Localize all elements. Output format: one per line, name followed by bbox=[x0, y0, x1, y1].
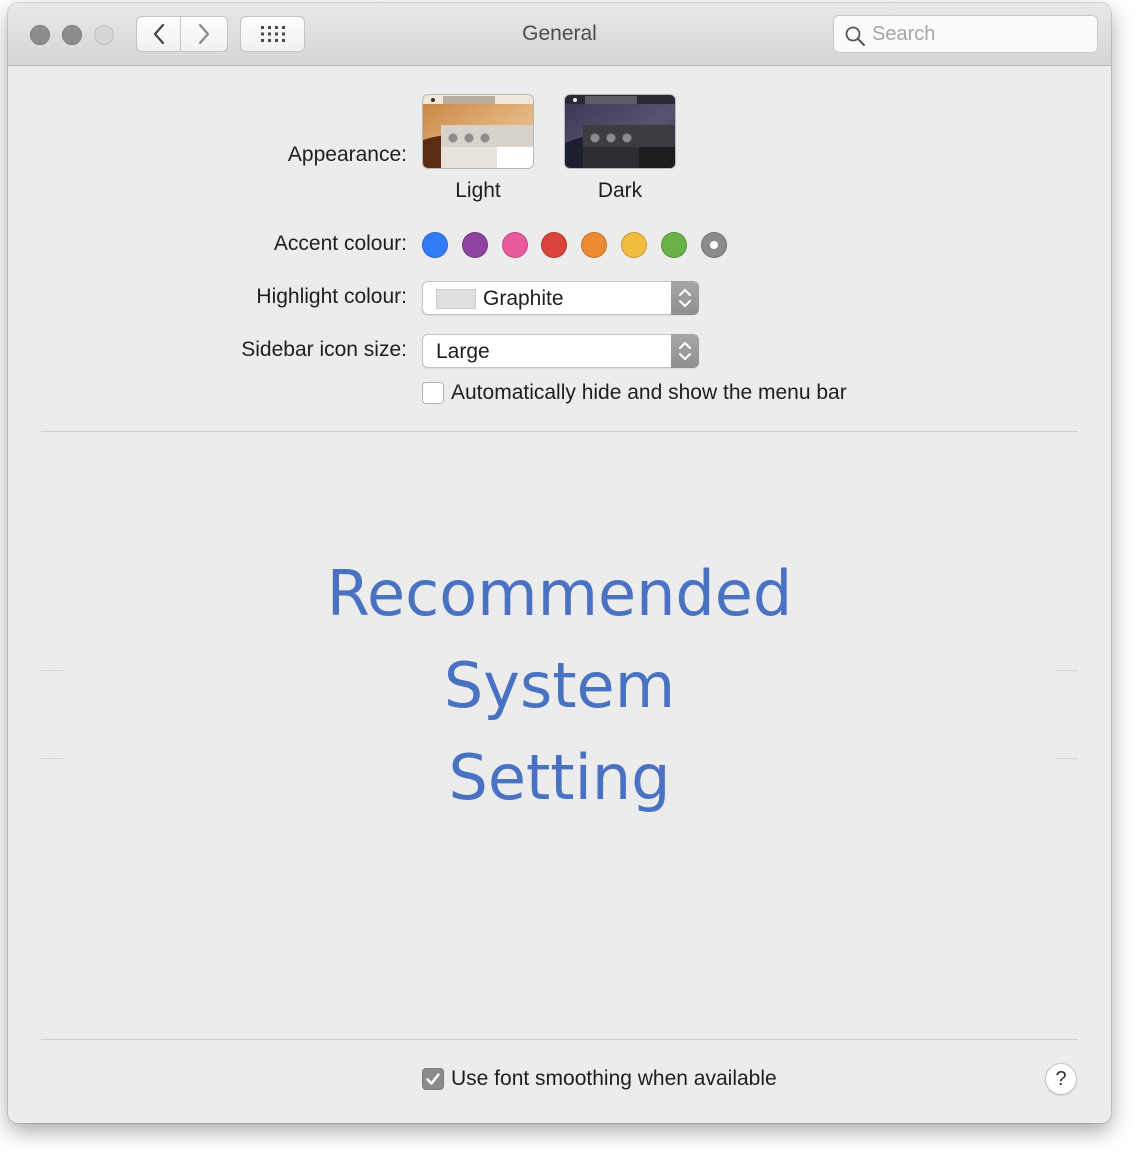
search-input[interactable] bbox=[872, 16, 1092, 52]
appearance-light-label: Light bbox=[455, 179, 501, 202]
title-bar: General bbox=[8, 3, 1111, 66]
overlay-line: Recommended bbox=[326, 557, 793, 630]
overlay-line: System bbox=[443, 649, 676, 722]
accent-swatch-blue[interactable] bbox=[422, 232, 448, 258]
popup-stepper bbox=[671, 334, 699, 368]
search-icon bbox=[845, 26, 865, 46]
highlight-colour-value: Graphite bbox=[483, 287, 564, 310]
overlay-line: Setting bbox=[448, 741, 671, 814]
font-smoothing-label[interactable]: Use font smoothing when available bbox=[451, 1067, 777, 1091]
recommended-setting-overlay: Recommended System Setting bbox=[8, 548, 1111, 824]
accent-swatch-graphite[interactable] bbox=[701, 232, 727, 258]
accent-colour-label: Accent colour: bbox=[273, 232, 407, 255]
highlight-colour-popup[interactable]: Graphite bbox=[422, 281, 699, 315]
accent-swatch-green[interactable] bbox=[661, 232, 687, 258]
appearance-dark-label: Dark bbox=[597, 179, 643, 202]
appearance-light-option[interactable] bbox=[422, 94, 534, 169]
accent-swatch-orange[interactable] bbox=[581, 232, 607, 258]
system-preferences-window: General Appearance: bbox=[8, 3, 1111, 1123]
sidebar-icon-size-value: Large bbox=[436, 340, 490, 363]
appearance-label: Appearance: bbox=[287, 143, 407, 166]
accent-swatch-red[interactable] bbox=[541, 232, 567, 258]
accent-swatch-yellow[interactable] bbox=[621, 232, 647, 258]
accent-swatch-pink[interactable] bbox=[502, 232, 528, 258]
accent-swatch-purple[interactable] bbox=[462, 232, 488, 258]
auto-hide-menu-bar-checkbox[interactable] bbox=[422, 382, 444, 404]
light-appearance-thumbnail bbox=[423, 95, 533, 168]
popup-stepper bbox=[671, 281, 699, 315]
highlight-colour-chip bbox=[436, 289, 476, 309]
search-field[interactable] bbox=[833, 15, 1098, 53]
up-down-arrows-icon bbox=[679, 342, 691, 360]
sidebar-icon-size-popup[interactable]: Large bbox=[422, 334, 699, 368]
sidebar-icon-size-label: Sidebar icon size: bbox=[241, 338, 407, 361]
appearance-dark-option[interactable] bbox=[564, 94, 676, 169]
auto-hide-menu-bar-label[interactable]: Automatically hide and show the menu bar bbox=[451, 381, 847, 405]
separator-top bbox=[41, 431, 1078, 432]
dark-appearance-thumbnail bbox=[565, 95, 675, 168]
help-button[interactable]: ? bbox=[1045, 1063, 1077, 1095]
up-down-arrows-icon bbox=[679, 289, 691, 307]
highlight-colour-label: Highlight colour: bbox=[256, 285, 407, 308]
checkmark-icon bbox=[426, 1073, 440, 1085]
font-smoothing-checkbox[interactable] bbox=[422, 1068, 444, 1090]
separator-bottom bbox=[41, 1039, 1078, 1040]
